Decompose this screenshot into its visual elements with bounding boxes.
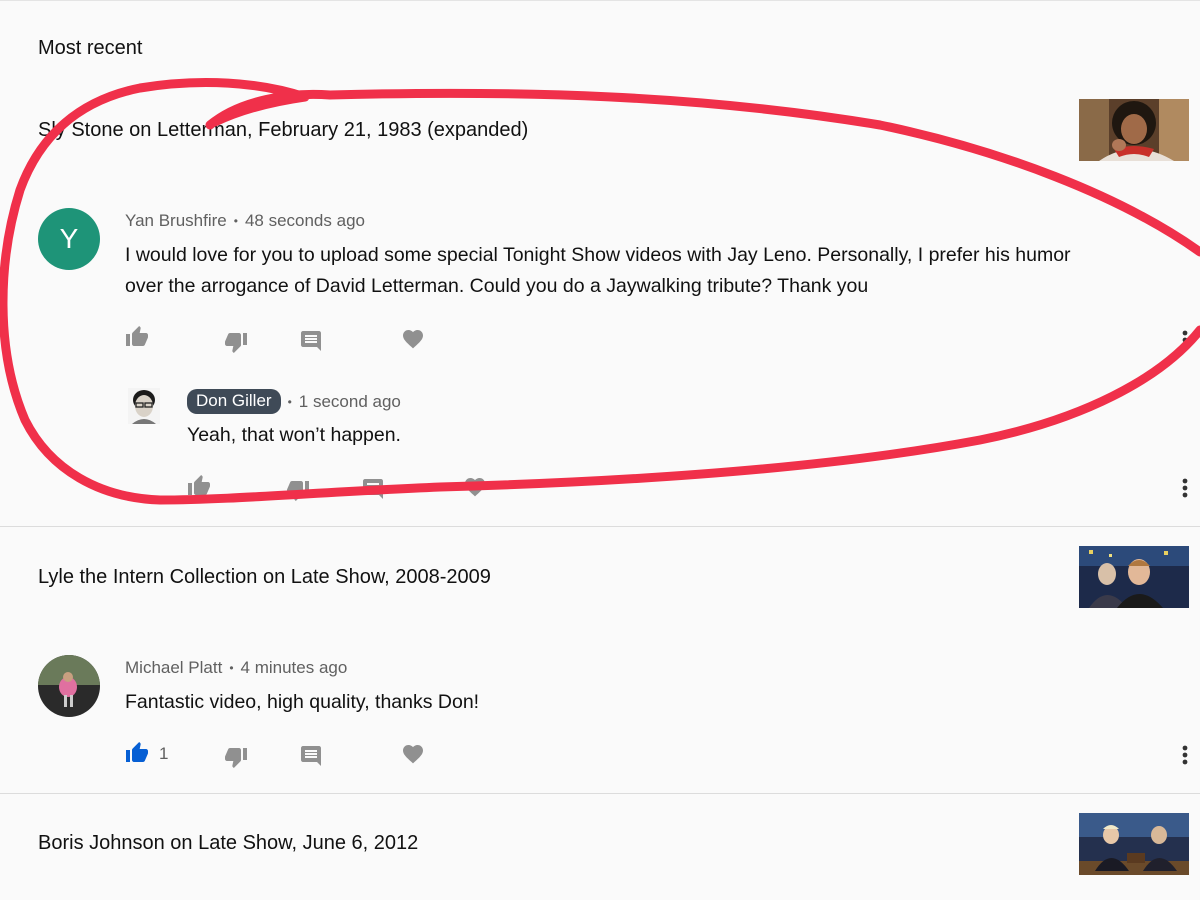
- thumb-down-icon: [225, 748, 247, 768]
- reply-like-button[interactable]: [186, 473, 212, 499]
- heart-icon: [403, 330, 423, 349]
- more-vert-icon: [1182, 330, 1188, 350]
- comment-author[interactable]: Yan Brushfire: [125, 211, 227, 231]
- comment-author[interactable]: Michael Platt: [125, 658, 222, 678]
- comment-meta: Michael Platt • 4 minutes ago: [125, 658, 347, 678]
- comment-meta: Yan Brushfire • 48 seconds ago: [125, 211, 365, 231]
- comment-text-line: I would love for you to upload some spec…: [125, 244, 1071, 266]
- video-thumbnail[interactable]: [1079, 99, 1189, 161]
- video-thumbnail[interactable]: [1079, 546, 1189, 608]
- meta-separator: •: [287, 394, 292, 409]
- more-options-button[interactable]: [1180, 742, 1190, 768]
- video-title-link[interactable]: Sly Stone on Letterman, February 21, 198…: [38, 119, 528, 142]
- reply-reply-button[interactable]: [360, 476, 386, 502]
- divider: [0, 793, 1200, 794]
- reply-icon: [301, 746, 321, 766]
- thumb-down-icon: [287, 481, 309, 501]
- heart-button[interactable]: [400, 741, 426, 767]
- dislike-button[interactable]: [223, 744, 249, 770]
- video-title-link[interactable]: Lyle the Intern Collection on Late Show,…: [38, 566, 491, 589]
- thumb-up-icon: [126, 742, 148, 762]
- reply-icon: [301, 331, 321, 351]
- heart-icon: [403, 745, 423, 764]
- divider: [0, 526, 1200, 527]
- avatar[interactable]: [38, 655, 100, 717]
- section-heading: Most recent: [38, 37, 143, 59]
- like-count: 1: [159, 744, 169, 763]
- comment-time[interactable]: 4 minutes ago: [241, 658, 348, 678]
- comment-text-line: over the arrogance of David Letterman. C…: [125, 275, 869, 297]
- like-button[interactable]: [124, 324, 150, 350]
- reply-button[interactable]: [298, 743, 324, 769]
- video-title-link[interactable]: Boris Johnson on Late Show, June 6, 2012: [38, 832, 418, 855]
- comment-time[interactable]: 48 seconds ago: [245, 211, 365, 231]
- reply-icon: [363, 479, 383, 499]
- video-thumbnail[interactable]: [1079, 813, 1189, 875]
- heart-button[interactable]: [400, 326, 426, 352]
- reply-avatar[interactable]: [128, 388, 160, 424]
- reply-text: Yeah, that won’t happen.: [187, 424, 401, 446]
- reply-dislike-button[interactable]: [285, 477, 311, 503]
- more-vert-icon: [1182, 745, 1188, 765]
- reply-more-options-button[interactable]: [1180, 475, 1190, 501]
- comment-text: I would love for you to upload some spec…: [125, 240, 1071, 302]
- reply-meta: Don Giller • 1 second ago: [187, 389, 401, 414]
- more-options-button[interactable]: [1180, 327, 1190, 353]
- reply-button[interactable]: [298, 328, 324, 354]
- avatar[interactable]: Y: [38, 208, 100, 270]
- comments-page: Most recent Sly Stone on Letterman, Febr…: [0, 0, 1200, 900]
- comment-text: Fantastic video, high quality, thanks Do…: [125, 691, 480, 713]
- like-button[interactable]: [124, 740, 150, 766]
- heart-icon: [465, 478, 485, 497]
- thumb-up-icon: [126, 326, 148, 346]
- top-border: [0, 0, 1200, 4]
- meta-separator: •: [229, 661, 234, 675]
- more-vert-icon: [1182, 478, 1188, 498]
- dislike-button[interactable]: [223, 329, 249, 355]
- meta-separator: •: [233, 214, 238, 228]
- thumb-down-icon: [225, 333, 247, 353]
- reply-heart-button[interactable]: [462, 474, 488, 500]
- reply-author-chip[interactable]: Don Giller: [187, 389, 281, 414]
- reply-time[interactable]: 1 second ago: [299, 392, 401, 412]
- thumb-up-icon: [188, 475, 210, 495]
